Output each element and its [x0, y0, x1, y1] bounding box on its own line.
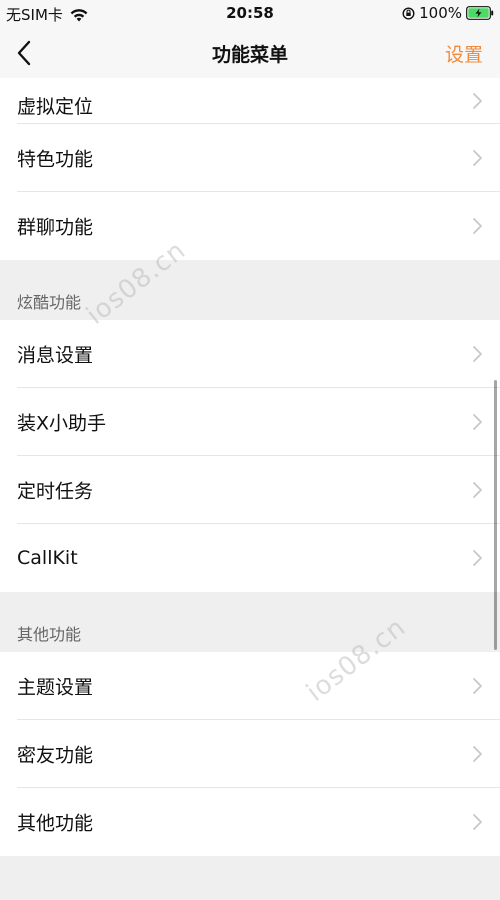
orientation-lock-icon: [402, 6, 415, 20]
chevron-right-icon: [473, 746, 482, 762]
chevron-right-icon: [473, 678, 482, 694]
scroll-indicator[interactable]: [494, 380, 497, 650]
list-item-callkit[interactable]: CallKit: [0, 524, 500, 592]
screen: 无SIM卡 20:58 100% 功能菜单 设置 虚拟定位 特色功能 群聊功能 …: [0, 0, 500, 900]
list-item-label: 消息设置: [17, 344, 94, 367]
list-item-label: 定时任务: [17, 480, 94, 503]
list-item-special-features[interactable]: 特色功能: [0, 124, 500, 192]
list-item-close-friends[interactable]: 密友功能: [0, 720, 500, 788]
navigation-bar: 功能菜单 设置: [0, 28, 500, 78]
chevron-right-icon: [473, 482, 482, 498]
battery-charging-icon: [466, 6, 494, 20]
menu-list: 虚拟定位 特色功能 群聊功能 炫酷功能 消息设置 装X小助手 定时任务 Call…: [0, 78, 500, 896]
list-item-label: 主题设置: [17, 676, 94, 699]
status-bar: 无SIM卡 20:58 100%: [0, 0, 500, 28]
list-item-label: 特色功能: [17, 148, 94, 171]
chevron-right-icon: [473, 218, 482, 234]
list-item-label: 虚拟定位: [17, 96, 94, 118]
section-title: 其他功能: [17, 625, 82, 644]
section-title: 炫酷功能: [17, 293, 82, 312]
settings-button[interactable]: 设置: [445, 40, 483, 67]
chevron-right-icon: [473, 93, 482, 109]
list-item-message-settings[interactable]: 消息设置: [0, 320, 500, 388]
list-item-theme-settings[interactable]: 主题设置: [0, 652, 500, 720]
list-item-label: 其他功能: [17, 812, 94, 835]
list-item-scheduled-tasks[interactable]: 定时任务: [0, 456, 500, 524]
chevron-right-icon: [473, 550, 482, 566]
section-header-cool: 炫酷功能: [0, 260, 500, 320]
list-item-other-features[interactable]: 其他功能: [0, 788, 500, 856]
battery-percent: 100%: [419, 4, 462, 22]
list-item-assistant[interactable]: 装X小助手: [0, 388, 500, 456]
list-item-group-chat[interactable]: 群聊功能: [0, 192, 500, 260]
chevron-right-icon: [473, 150, 482, 166]
list-item-label: 装X小助手: [17, 412, 107, 435]
chevron-right-icon: [473, 414, 482, 430]
chevron-right-icon: [473, 346, 482, 362]
page-title: 功能菜单: [211, 44, 288, 66]
menu-group-basic: 虚拟定位 特色功能 群聊功能: [0, 78, 500, 260]
status-right: 100%: [402, 4, 494, 22]
menu-group-other: 主题设置 密友功能 其他功能: [0, 652, 500, 856]
section-header-other: 其他功能: [0, 592, 500, 652]
list-footer: [0, 856, 500, 896]
list-item-label: 密友功能: [17, 744, 94, 767]
chevron-right-icon: [473, 814, 482, 830]
list-item-label: 群聊功能: [17, 216, 94, 239]
list-item-virtual-location[interactable]: 虚拟定位: [0, 78, 500, 124]
menu-group-cool: 消息设置 装X小助手 定时任务 CallKit: [0, 320, 500, 592]
list-item-label: CallKit: [17, 547, 78, 569]
